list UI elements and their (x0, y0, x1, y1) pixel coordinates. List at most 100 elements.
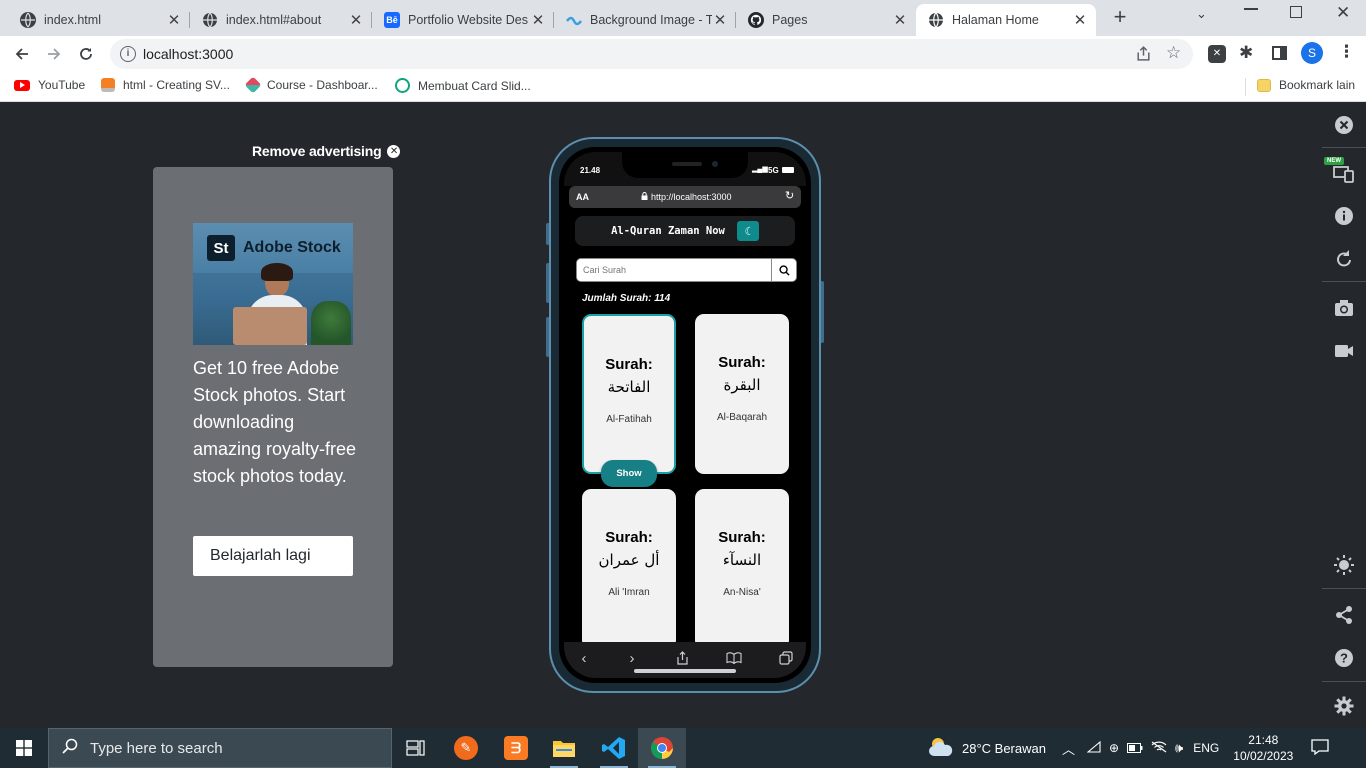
task-view-icon[interactable] (392, 728, 440, 768)
restore-icon[interactable] (1290, 6, 1302, 18)
tab-search-icon[interactable]: ⌄ (1196, 6, 1207, 22)
vscode-icon[interactable] (590, 728, 638, 768)
tab-index-html[interactable]: index.html ✕ (8, 4, 190, 36)
safari-back-icon[interactable]: ‹ (574, 648, 594, 668)
url-text[interactable]: localhost:3000 (143, 46, 233, 62)
bookmark-membuat-card[interactable]: Membuat Card Slid... (395, 78, 531, 93)
surah-card[interactable]: Surah: أل عمران Ali 'Imran (582, 489, 676, 642)
bookmark-star-icon[interactable]: ☆ (1166, 43, 1181, 63)
network-icon[interactable] (1086, 740, 1101, 756)
surah-arabic-name: أل عمران (598, 551, 660, 569)
bookmark-label: Bookmark lain (1279, 78, 1356, 92)
surah-card[interactable]: Surah: البقرة Al-Baqarah (695, 314, 789, 474)
ad-panel[interactable]: St Adobe Stock Get 10 free Adobe Stock p… (153, 167, 393, 667)
file-explorer-icon[interactable] (540, 728, 588, 768)
bookmark-course[interactable]: Course - Dashboar... (244, 76, 378, 94)
site-info-icon[interactable]: i (120, 46, 136, 62)
bookmark-label: html - Creating SV... (123, 78, 230, 92)
side-panel-icon[interactable] (1272, 46, 1287, 60)
surah-latin-name: Ali 'Imran (608, 587, 650, 598)
browser-toolbar: i localhost:3000 ☆ ✕ ✱ S ⋮ (0, 36, 1366, 72)
surah-card[interactable]: Surah: النسآء An-Nisa' (695, 489, 789, 642)
menu-kebab-icon[interactable]: ⋮ (1338, 42, 1355, 62)
back-button[interactable] (10, 42, 34, 66)
language-indicator[interactable]: ENG (1193, 741, 1219, 755)
minimize-icon[interactable] (1244, 8, 1258, 10)
other-bookmarks[interactable]: Bookmark lain (1257, 78, 1355, 92)
close-tab-icon[interactable]: ✕ (1072, 11, 1088, 29)
volume-icon[interactable]: 🕪 (1175, 740, 1183, 756)
camera-icon[interactable] (1332, 296, 1356, 320)
chrome-icon[interactable] (638, 728, 686, 768)
learn-more-button[interactable]: Belajarlah lagi (193, 536, 353, 576)
tab-pages[interactable]: Pages ✕ (736, 4, 916, 36)
wifi-off-icon[interactable] (1151, 741, 1167, 756)
safari-forward-icon[interactable]: › (622, 648, 642, 668)
forward-button[interactable] (42, 42, 66, 66)
remove-advertising-link[interactable]: Remove advertising ✕ (252, 143, 401, 159)
close-tab-icon[interactable]: ✕ (530, 11, 546, 29)
notifications-icon[interactable] (1311, 738, 1329, 758)
share-nodes-icon[interactable] (1332, 603, 1356, 627)
show-button[interactable]: Show (601, 460, 657, 487)
windows-start-icon[interactable] (0, 728, 48, 768)
safari-url-text[interactable]: http://localhost:3000 (651, 192, 732, 202)
devices-icon[interactable] (1332, 161, 1356, 185)
battery-icon[interactable] (1127, 741, 1143, 756)
address-bar[interactable]: i localhost:3000 ☆ (110, 39, 1193, 69)
clock-time: 21:48 (1248, 733, 1279, 747)
safari-tabs-icon[interactable] (776, 648, 796, 668)
window-close-icon[interactable]: ✕ (1336, 3, 1350, 23)
tab-index-about[interactable]: index.html#about ✕ (190, 4, 372, 36)
search-button[interactable] (771, 259, 796, 281)
weather-text[interactable]: 28°C Berawan (962, 741, 1046, 756)
close-tab-icon[interactable]: ✕ (892, 11, 908, 29)
profile-avatar[interactable]: S (1301, 42, 1323, 64)
safari-bookmarks-icon[interactable] (724, 648, 744, 668)
chevron-up-icon[interactable]: ︿ (1062, 739, 1075, 758)
bookmark-stackoverflow[interactable]: html - Creating SV... (101, 78, 230, 92)
drawing-app-icon[interactable]: ✎ (442, 728, 490, 768)
close-tab-icon[interactable]: ✕ (348, 11, 364, 29)
extension-icon[interactable]: ✕ (1208, 45, 1226, 63)
new-tab-button[interactable]: + (1108, 6, 1132, 30)
tab-title: Portfolio Website Des (408, 13, 528, 27)
safari-address-bar[interactable]: AA http://localhost:3000 ↻ (569, 186, 801, 208)
puzzle-extensions-icon[interactable]: ✱ (1239, 43, 1253, 63)
taskbar-search-box[interactable]: Type here to search (48, 728, 392, 768)
settings-gear-icon[interactable] (1332, 694, 1356, 718)
status-time: 21.48 (580, 166, 601, 175)
video-record-icon[interactable] (1332, 339, 1356, 363)
text-size-button[interactable]: AA (576, 192, 589, 202)
lock-icon (641, 192, 648, 202)
brightness-icon[interactable] (1332, 553, 1356, 577)
meet-now-icon[interactable]: ⊕ (1109, 741, 1119, 755)
surah-latin-name: An-Nisa' (723, 587, 761, 598)
rotate-icon[interactable] (1332, 247, 1356, 271)
github-icon (748, 12, 764, 28)
close-circle-icon[interactable]: ✕ (387, 144, 401, 158)
xampp-icon[interactable]: ᗱ (492, 728, 540, 768)
tab-halaman-home[interactable]: Halaman Home ✕ (916, 4, 1096, 36)
help-icon[interactable]: ? (1332, 646, 1356, 670)
close-tab-icon[interactable]: ✕ (166, 11, 182, 29)
search-input[interactable] (577, 259, 772, 281)
ad-image[interactable]: St Adobe Stock (193, 223, 353, 345)
bookmark-label: Course - Dashboar... (267, 78, 378, 92)
reload-icon[interactable]: ↻ (785, 189, 794, 202)
clock[interactable]: 21:48 10/02/2023 (1233, 732, 1293, 764)
close-rail-icon[interactable] (1332, 113, 1356, 137)
weather-cloud-icon[interactable] (928, 736, 954, 761)
safari-share-icon[interactable] (672, 648, 692, 668)
close-tab-icon[interactable]: ✕ (712, 11, 728, 29)
surah-arabic-name: الفاتحة (607, 378, 651, 396)
surah-card[interactable]: Surah: الفاتحة Al-Fatihah (582, 314, 676, 474)
share-icon[interactable] (1135, 45, 1152, 67)
home-indicator (634, 669, 736, 673)
tab-portfolio[interactable]: Bē Portfolio Website Des ✕ (372, 4, 554, 36)
reload-button[interactable] (74, 42, 98, 66)
tab-background-image[interactable]: Background Image - T ✕ (554, 4, 736, 36)
bookmark-youtube[interactable]: YouTube (14, 78, 85, 92)
info-icon[interactable] (1332, 204, 1356, 228)
moon-icon[interactable]: ☾ (736, 221, 759, 241)
